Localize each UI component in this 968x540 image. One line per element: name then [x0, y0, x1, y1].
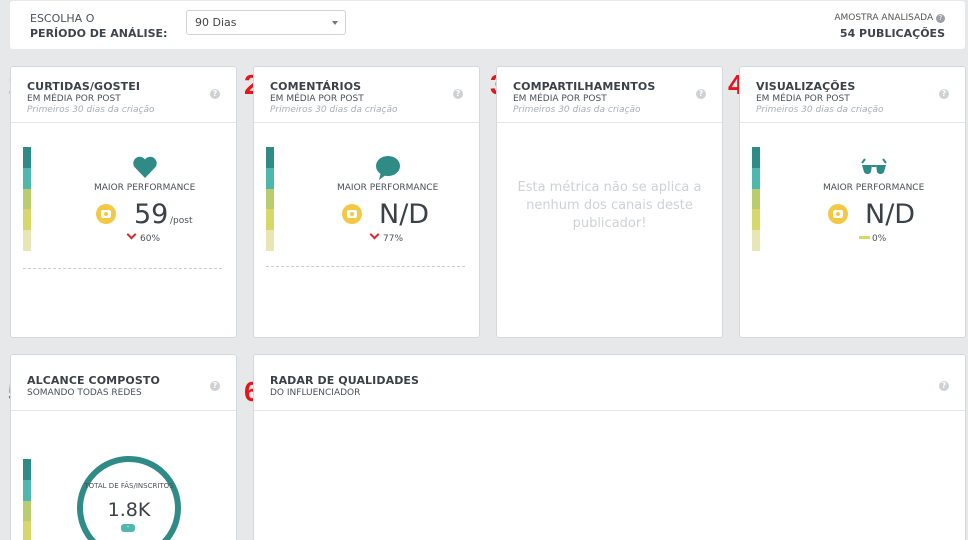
card-title: ALCANCE COMPOSTO — [27, 374, 160, 387]
card-note: Primeiros 30 dias da criação — [27, 105, 155, 115]
trend-down-icon — [369, 229, 380, 240]
chevron-down-icon — [332, 21, 338, 25]
card-note: Primeiros 30 dias da criação — [756, 105, 884, 115]
quality-radar-card: RADAR DE QUALIDADES DO INFLUENCIADOR ? — [253, 354, 966, 540]
card-subtitle: EM MÉDIA POR POST — [756, 94, 850, 104]
metric-change: 60% — [140, 234, 161, 244]
metric-unit: /post — [170, 216, 193, 226]
instagram-icon — [828, 204, 848, 224]
help-icon[interactable]: ? — [939, 89, 949, 99]
shares-card: COMPARTILHAMENTOS EM MÉDIA POR POST Prim… — [496, 66, 723, 338]
metric-change: 77% — [383, 234, 404, 244]
comments-card: COMENTÁRIOS EM MÉDIA POR POST Primeiros … — [253, 66, 480, 338]
composite-reach-card: ALCANCE COMPOSTO SOMANDO TODAS REDES ? T… — [10, 354, 237, 540]
help-icon[interactable]: ? — [210, 89, 220, 99]
instagram-icon — [96, 204, 116, 224]
card-title: RADAR DE QUALIDADES — [270, 374, 420, 387]
help-icon[interactable]: ? — [936, 14, 945, 23]
performance-scale-bar — [23, 459, 31, 540]
period-label: ESCOLHA O PERÍODO DE ANÁLISE: — [30, 11, 167, 41]
ring-value: 1.8K — [107, 499, 151, 521]
card-note: Primeiros 30 dias da criação — [513, 105, 641, 115]
help-icon[interactable]: ? — [939, 381, 949, 391]
card-header: VISUALIZAÇÕES EM MÉDIA POR POST Primeiro… — [740, 67, 965, 123]
performance-scale-bar — [23, 147, 31, 251]
ring-label: TOTAL DE FÃS/INSCRITOS — [84, 482, 174, 490]
period-label-line2: PERÍODO DE ANÁLISE: — [30, 27, 168, 40]
divider — [266, 266, 465, 267]
card-subtitle: EM MÉDIA POR POST — [27, 94, 121, 104]
card-title: COMENTÁRIOS — [270, 80, 362, 93]
not-applicable-message: Esta métrica não se aplica a nenhum dos … — [517, 180, 702, 231]
ring-badge: - — [121, 524, 135, 532]
card-subtitle: SOMANDO TODAS REDES — [27, 388, 142, 398]
views-card: VISUALIZAÇÕES EM MÉDIA POR POST Primeiro… — [739, 66, 966, 338]
card-title: VISUALIZAÇÕES — [756, 80, 856, 93]
top-performance-label: MAIOR PERFORMANCE — [94, 183, 196, 193]
total-fans-ring: TOTAL DE FÃS/INSCRITOS 1.8K - — [77, 456, 181, 540]
period-label-line1: ESCOLHA O — [30, 12, 95, 25]
metric-value: N/D — [379, 199, 430, 230]
help-icon[interactable]: ? — [453, 89, 463, 99]
help-icon[interactable]: ? — [210, 381, 220, 391]
card-note: Primeiros 30 dias da criação — [270, 105, 398, 115]
sample-label: AMOSTRA ANALISADA — [834, 13, 934, 23]
card-header: COMENTÁRIOS EM MÉDIA POR POST Primeiros … — [254, 67, 479, 123]
trend-down-icon — [126, 229, 137, 240]
period-select-value: 90 Dias — [195, 16, 237, 29]
card-header: RADAR DE QUALIDADES DO INFLUENCIADOR ? — [254, 355, 965, 411]
card-header: CURTIDAS/GOSTEI EM MÉDIA POR POST Primei… — [11, 67, 236, 123]
performance-scale-bar — [752, 147, 760, 251]
trend-flat-icon — [859, 236, 870, 239]
metric-value: N/D — [865, 199, 916, 230]
instagram-icon — [342, 204, 362, 224]
card-header: ALCANCE COMPOSTO SOMANDO TODAS REDES ? — [11, 355, 236, 411]
card-subtitle: DO INFLUENCIADOR — [270, 388, 361, 398]
divider — [23, 268, 222, 269]
top-performance-label: MAIOR PERFORMANCE — [337, 183, 439, 193]
card-title: CURTIDAS/GOSTEI — [27, 80, 141, 93]
card-title: COMPARTILHAMENTOS — [513, 80, 656, 93]
sample-count: 54 PUBLICAÇÕES — [839, 27, 945, 40]
card-subtitle: EM MÉDIA POR POST — [513, 94, 607, 104]
performance-scale-bar — [266, 147, 274, 251]
help-icon[interactable]: ? — [696, 89, 706, 99]
metric-change: 0% — [872, 234, 887, 244]
metric-value: 59 — [134, 199, 169, 230]
speech-bubble-icon — [376, 156, 400, 180]
heart-icon — [133, 156, 157, 178]
glasses-icon — [861, 158, 887, 175]
period-select[interactable]: 90 Dias — [186, 10, 346, 35]
likes-card: CURTIDAS/GOSTEI EM MÉDIA POR POST Primei… — [10, 66, 237, 338]
card-subtitle: EM MÉDIA POR POST — [270, 94, 364, 104]
period-toolbar: ESCOLHA O PERÍODO DE ANÁLISE: 90 Dias AM… — [10, 1, 965, 49]
sample-info: AMOSTRA ANALISADA ? 54 PUBLICAÇÕES — [834, 11, 945, 41]
card-header: COMPARTILHAMENTOS EM MÉDIA POR POST Prim… — [497, 67, 722, 123]
top-performance-label: MAIOR PERFORMANCE — [823, 183, 925, 193]
